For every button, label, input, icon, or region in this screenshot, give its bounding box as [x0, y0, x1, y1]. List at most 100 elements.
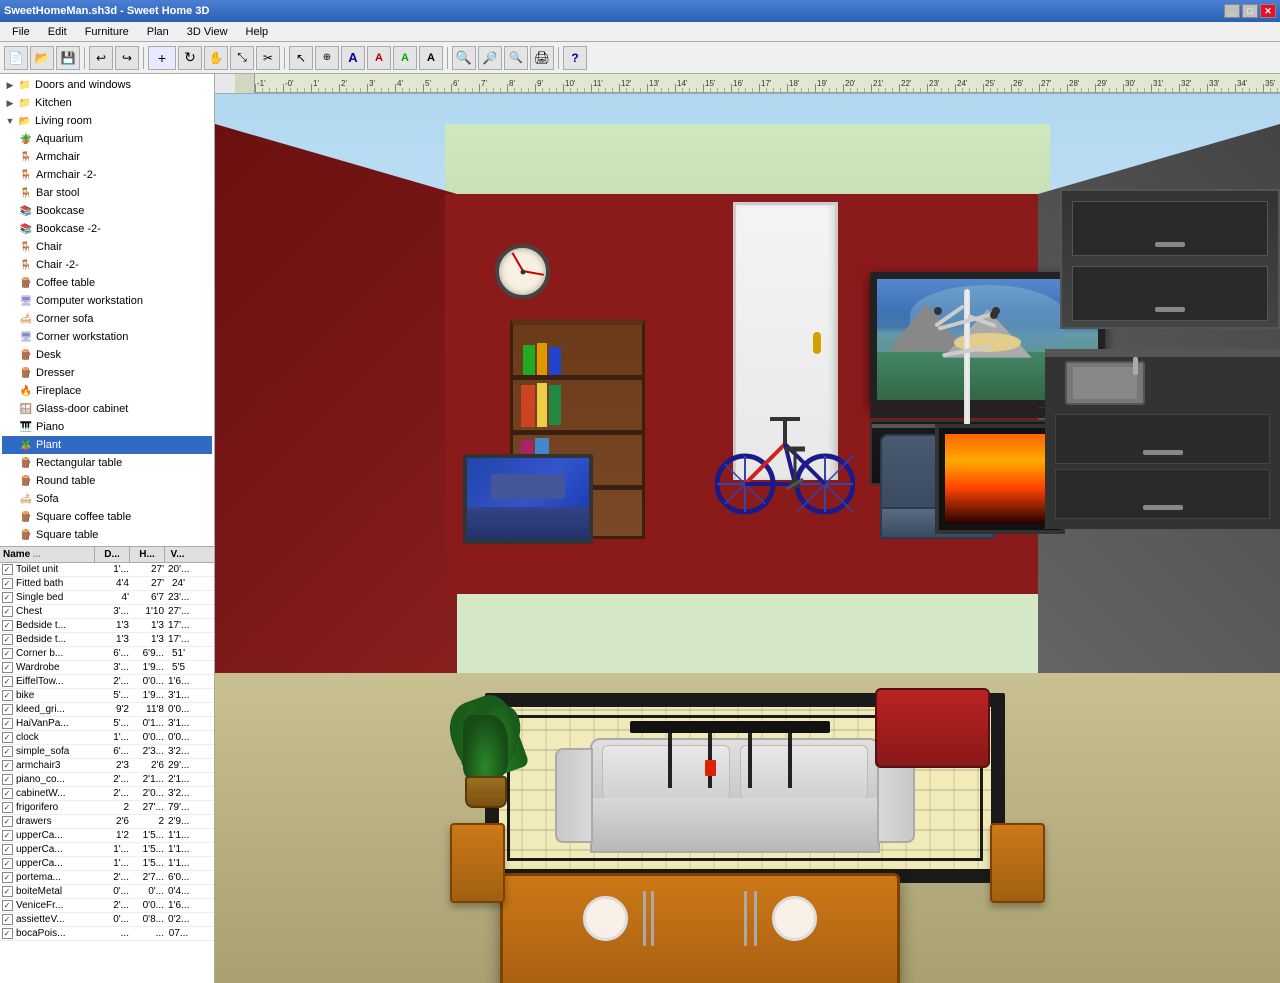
tb-open[interactable]: 📂	[30, 46, 54, 70]
menu-help[interactable]: Help	[238, 24, 277, 40]
visibility-checkbox[interactable]	[2, 606, 13, 617]
table-row[interactable]: Bedside t... 1'3 1'3 17'...	[0, 633, 214, 647]
tree-item-aquarium[interactable]: 🪴 Aquarium	[2, 130, 212, 148]
table-area[interactable]: Toilet unit 1'... 27' 20'... Fitted bath…	[0, 563, 214, 983]
minimize-button[interactable]: _	[1224, 4, 1240, 18]
tb-text[interactable]: A	[341, 46, 365, 70]
visibility-checkbox[interactable]	[2, 830, 13, 841]
tree-item-kitchen[interactable]: ▶ 📁 Kitchen	[2, 94, 212, 112]
visibility-checkbox[interactable]	[2, 732, 13, 743]
visibility-checkbox[interactable]	[2, 858, 13, 869]
tree-item-chair-2[interactable]: 🪑 Chair -2-	[2, 256, 212, 274]
tb-text3[interactable]: A	[393, 46, 417, 70]
tree-item-barstool[interactable]: 🪑 Bar stool	[2, 184, 212, 202]
col-name-header[interactable]: Name ...	[0, 547, 95, 562]
table-row[interactable]: kleed_gri... 9'2 11'8 0'0...	[0, 703, 214, 717]
tb-text2[interactable]: A	[367, 46, 391, 70]
tb-help[interactable]: ?	[563, 46, 587, 70]
table-row[interactable]: Wardrobe 3'... 1'9... 5'5	[0, 661, 214, 675]
table-row[interactable]: simple_sofa 6'... 2'3... 3'2...	[0, 745, 214, 759]
tb-rotate[interactable]: ↻	[178, 46, 202, 70]
table-row[interactable]: Chest 3'... 1'10 27'...	[0, 605, 214, 619]
visibility-checkbox[interactable]	[2, 648, 13, 659]
tb-add-furniture[interactable]: +	[148, 46, 176, 70]
table-row[interactable]: bocaPois... ... ... 07...	[0, 927, 214, 941]
tree-item-doors-windows[interactable]: ▶ 📁 Doors and windows	[2, 76, 212, 94]
tree-item-living-room[interactable]: ▼ 📂 Living room	[2, 112, 212, 130]
visibility-checkbox[interactable]	[2, 900, 13, 911]
tree-item-dresser[interactable]: 🪵 Dresser	[2, 364, 212, 382]
table-row[interactable]: portema... 2'... 2'7... 6'0...	[0, 871, 214, 885]
tb-pan[interactable]: ⊕	[315, 46, 339, 70]
visibility-checkbox[interactable]	[2, 704, 13, 715]
col-d-header[interactable]: D...	[95, 547, 130, 562]
table-row[interactable]: Corner b... 6'... 6'9... 51'	[0, 647, 214, 661]
tree-item-glass-door-cabinet[interactable]: 🪟 Glass-door cabinet	[2, 400, 212, 418]
visibility-checkbox[interactable]	[2, 872, 13, 883]
visibility-checkbox[interactable]	[2, 690, 13, 701]
table-row[interactable]: assietteV... 0'... 0'8... 0'2...	[0, 913, 214, 927]
tree-item-bookcase[interactable]: 📚 Bookcase	[2, 202, 212, 220]
table-row[interactable]: upperCa... 1'... 1'5... 1'1...	[0, 857, 214, 871]
tree-item-fireplace[interactable]: 🔥 Fireplace	[2, 382, 212, 400]
maximize-button[interactable]: □	[1242, 4, 1258, 18]
table-row[interactable]: upperCa... 1'... 1'5... 1'1...	[0, 843, 214, 857]
visibility-checkbox[interactable]	[2, 578, 13, 589]
table-row[interactable]: upperCa... 1'2 1'5... 1'1...	[0, 829, 214, 843]
tree-item-bookcase-2[interactable]: 📚 Bookcase -2-	[2, 220, 212, 238]
tree-item-square-table[interactable]: 🪵 Square table	[2, 526, 212, 544]
3d-view[interactable]	[215, 94, 1280, 983]
table-row[interactable]: Single bed 4' 6'7 23'...	[0, 591, 214, 605]
tree-item-computer-workstation[interactable]: 🖥 Computer workstation	[2, 292, 212, 310]
visibility-checkbox[interactable]	[2, 774, 13, 785]
table-row[interactable]: bike 5'... 1'9... 3'1...	[0, 689, 214, 703]
table-row[interactable]: frigorifero 2 27'... 79'...	[0, 801, 214, 815]
visibility-checkbox[interactable]	[2, 592, 13, 603]
table-row[interactable]: cabinetW... 2'... 2'0... 3'2...	[0, 787, 214, 801]
tb-undo[interactable]: ↩	[89, 46, 113, 70]
visibility-checkbox[interactable]	[2, 564, 13, 575]
menu-furniture[interactable]: Furniture	[77, 24, 137, 40]
table-row[interactable]: boiteMetal 0'... 0'... 0'4...	[0, 885, 214, 899]
tb-redo[interactable]: ↪	[115, 46, 139, 70]
visibility-checkbox[interactable]	[2, 886, 13, 897]
table-row[interactable]: HaiVanPa... 5'... 0'1... 3'1...	[0, 717, 214, 731]
visibility-checkbox[interactable]	[2, 788, 13, 799]
tb-zoom-in[interactable]: 🔎	[478, 46, 502, 70]
tree-item-plant[interactable]: 🪴 Plant	[2, 436, 212, 454]
table-row[interactable]: EiffelTow... 2'... 0'0... 1'6...	[0, 675, 214, 689]
table-row[interactable]: armchair3 2'3 2'6 29'...	[0, 759, 214, 773]
visibility-checkbox[interactable]	[2, 676, 13, 687]
visibility-checkbox[interactable]	[2, 760, 13, 771]
tb-move[interactable]: ✋	[204, 46, 228, 70]
tree-toggle[interactable]: ▼	[4, 115, 16, 127]
visibility-checkbox[interactable]	[2, 802, 13, 813]
tb-delete[interactable]: ✂	[256, 46, 280, 70]
tree-toggle[interactable]: ▶	[4, 97, 16, 109]
tree-item-armchair[interactable]: 🪑 Armchair	[2, 148, 212, 166]
tree-item-piano[interactable]: 🎹 Piano	[2, 418, 212, 436]
tb-zoom-out[interactable]: 🔍	[504, 46, 528, 70]
table-row[interactable]: clock 1'... 0'0... 0'0...	[0, 731, 214, 745]
tree-item-round-table[interactable]: 🪵 Round table	[2, 472, 212, 490]
tb-resize[interactable]: ⤡	[230, 46, 254, 70]
menu-edit[interactable]: Edit	[40, 24, 75, 40]
tree-item-desk[interactable]: 🪵 Desk	[2, 346, 212, 364]
visibility-checkbox[interactable]	[2, 662, 13, 673]
visibility-checkbox[interactable]	[2, 914, 13, 925]
table-row[interactable]: Fitted bath 4'4 27' 24'	[0, 577, 214, 591]
tb-save[interactable]: 💾	[56, 46, 80, 70]
tree-view[interactable]: ▶ 📁 Doors and windows ▶ 📁 Kitchen ▼ 📂 Li…	[0, 74, 214, 547]
table-row[interactable]: Toilet unit 1'... 27' 20'...	[0, 563, 214, 577]
tree-item-coffee-table[interactable]: 🪵 Coffee table	[2, 274, 212, 292]
tree-item-sofa[interactable]: 🛋 Sofa	[2, 490, 212, 508]
close-button[interactable]: ✕	[1260, 4, 1276, 18]
col-v-header[interactable]: V...	[165, 547, 190, 562]
table-row[interactable]: drawers 2'6 2 2'9...	[0, 815, 214, 829]
visibility-checkbox[interactable]	[2, 718, 13, 729]
tree-item-corner-sofa[interactable]: 🛋 Corner sofa	[2, 310, 212, 328]
visibility-checkbox[interactable]	[2, 816, 13, 827]
tree-toggle[interactable]: ▶	[4, 79, 16, 91]
tb-search[interactable]: 🔍	[452, 46, 476, 70]
visibility-checkbox[interactable]	[2, 844, 13, 855]
